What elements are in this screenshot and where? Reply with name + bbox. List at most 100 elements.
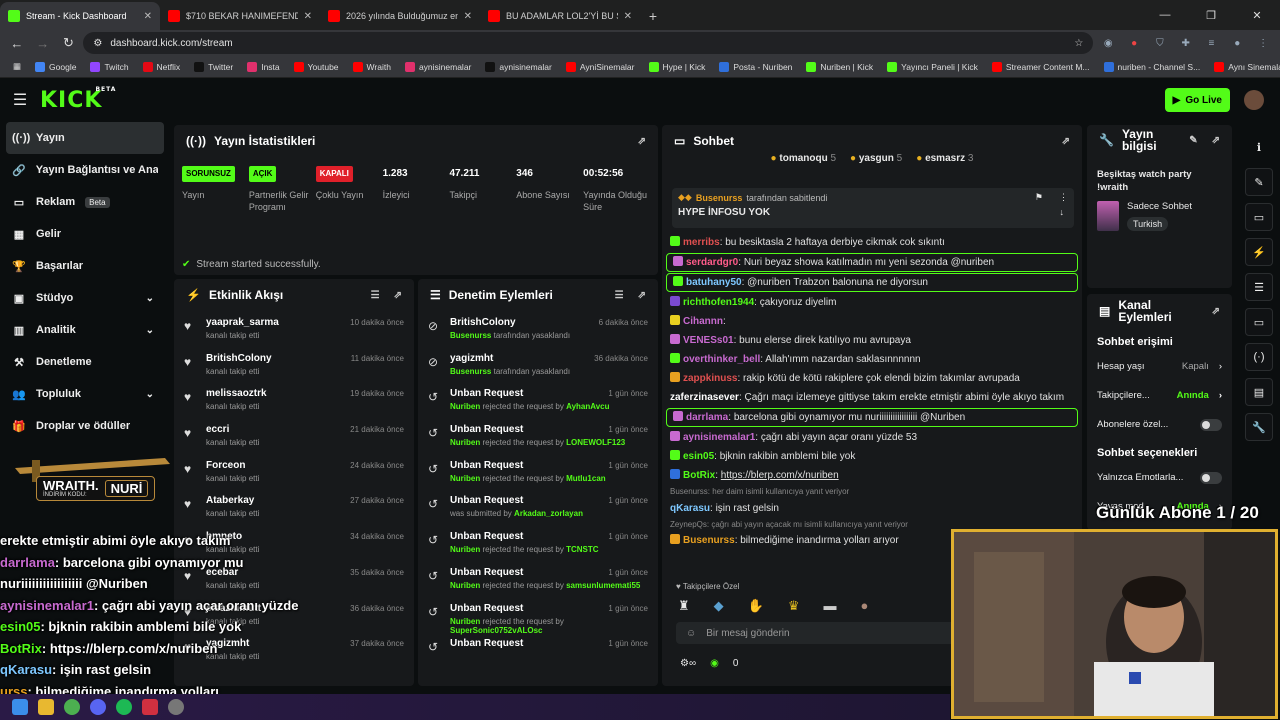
moderation-row[interactable]: ↺ Unban Request 1 gün önce bbox=[418, 632, 658, 668]
target-name[interactable]: AyhanAvcu bbox=[566, 402, 609, 411]
forward-icon[interactable]: → bbox=[32, 32, 54, 54]
chevron-down-icon[interactable]: ⌄ bbox=[146, 325, 154, 336]
actor-name[interactable]: Busenurss bbox=[450, 367, 491, 376]
moderation-row[interactable]: ↺ Unban Request Nuriben rejected the reque… bbox=[418, 454, 658, 490]
reload-icon[interactable]: ↻ bbox=[58, 32, 80, 54]
avatar[interactable] bbox=[1244, 90, 1264, 110]
chat-message[interactable]: qKarasu: işin rast gelsin bbox=[662, 499, 1082, 518]
emote-icon[interactable]: ▬ bbox=[824, 598, 837, 614]
sidebar-item[interactable]: ▦ Gelir bbox=[0, 218, 170, 250]
bookmark-item[interactable]: Netflix bbox=[136, 61, 188, 72]
bookmark-item[interactable]: AyniSinemalar bbox=[559, 61, 642, 72]
sidebar-item[interactable]: ((·)) Yayın bbox=[6, 122, 164, 154]
media-icon[interactable]: ≡ bbox=[1201, 34, 1223, 52]
chat-username[interactable]: VENESs01 bbox=[683, 335, 734, 346]
bookmark-item[interactable]: Streamer Content M... bbox=[985, 61, 1097, 72]
actor-name[interactable]: Busenurss bbox=[450, 331, 491, 340]
chat-message[interactable]: batuhany50: @nuriben Trabzon balonuna ne… bbox=[666, 273, 1078, 292]
chat-username[interactable]: merribs bbox=[683, 237, 720, 248]
hamburger-menu-icon[interactable]: ☰ bbox=[0, 90, 40, 110]
moderation-row[interactable]: ↺ Unban Request Nuriben rejected the reque… bbox=[418, 418, 658, 454]
chat-message[interactable]: esin05: bjknin rakibin amblemi bile yok bbox=[662, 447, 1082, 466]
chat-message[interactable]: zaferzinasever: Çağrı maçı izlemeye gitt… bbox=[662, 388, 1082, 407]
emote-icon[interactable]: ♜ bbox=[678, 598, 690, 614]
close-window-icon[interactable]: ✕ bbox=[1234, 0, 1280, 30]
browser-tab[interactable]: Stream - Kick Dashboard ✕ bbox=[0, 2, 160, 30]
chat-message[interactable]: zappkinuss: rakip kötü de kötü rakiplere… bbox=[662, 369, 1082, 388]
moderation-row[interactable]: ↺ Unban Request Nuriben rejected the reque… bbox=[418, 597, 658, 635]
moderation-row[interactable]: ↺ Unban Request Nuriben rejected the reque… bbox=[418, 525, 658, 561]
new-tab-icon[interactable]: + bbox=[640, 2, 666, 30]
discord-icon[interactable] bbox=[90, 699, 106, 715]
bookmark-item[interactable]: Youtube bbox=[287, 61, 346, 72]
list-icon[interactable]: ☰ bbox=[1245, 273, 1273, 301]
chat-message[interactable]: VENESs01: bunu elerse direk katılıyo mu … bbox=[662, 331, 1082, 350]
chat-username[interactable]: zappkinuss bbox=[683, 373, 737, 384]
puzzle-icon[interactable]: ✚ bbox=[1175, 34, 1197, 52]
close-tab-icon[interactable]: ✕ bbox=[624, 11, 632, 22]
popout-icon[interactable]: ⇗ bbox=[394, 290, 402, 301]
bookmark-item[interactable]: Nuriben | Kick bbox=[799, 61, 880, 72]
chat-username[interactable]: overthinker_bell bbox=[683, 354, 760, 365]
actor-name[interactable]: Nuriben bbox=[450, 438, 480, 447]
app-icon[interactable] bbox=[142, 699, 158, 715]
actor-name[interactable]: Nuriben bbox=[450, 617, 480, 626]
actor-name[interactable]: Nuriben bbox=[450, 545, 480, 554]
chevron-right-icon[interactable]: › bbox=[1219, 361, 1222, 372]
profile-icon[interactable]: ● bbox=[1226, 34, 1248, 52]
bookmark-item[interactable]: Twitch bbox=[83, 61, 135, 72]
settings-icon[interactable]: ⚙∞ bbox=[680, 658, 696, 669]
chat-username[interactable]: aynisinemalar1 bbox=[683, 432, 755, 443]
toggle-switch[interactable] bbox=[1200, 471, 1222, 484]
browser-tab[interactable]: $710 BEKAR HANIMEFENDİNİN✕ bbox=[160, 2, 320, 30]
browser-tab[interactable]: 2026 yılında Bulduğumuz en iyi✕ bbox=[320, 2, 480, 30]
emote-icon[interactable]: ✋ bbox=[748, 598, 764, 614]
sidebar-item[interactable]: 👥 Topluluk ⌄ bbox=[0, 378, 170, 410]
chat-username[interactable]: batuhany50 bbox=[686, 277, 742, 288]
extension-icon[interactable]: ◉ bbox=[1097, 34, 1119, 52]
target-name[interactable]: samsunlumemati55 bbox=[566, 581, 640, 590]
popout-icon[interactable]: ⇗ bbox=[1062, 136, 1070, 147]
chat-username[interactable]: zaferzinasever bbox=[670, 392, 739, 403]
sidebar-item[interactable]: ⚒ Denetleme bbox=[0, 346, 170, 378]
lightning-icon[interactable]: ⚡ bbox=[1245, 238, 1273, 266]
moderation-row[interactable]: ⊘ BritishColony Busenurss tarafından yasak… bbox=[418, 311, 658, 347]
sidebar-item[interactable]: 🏆 Başarılar bbox=[0, 250, 170, 282]
chat-message[interactable]: BotRix: https://blerp.com/x/nuriben bbox=[662, 466, 1082, 485]
activity-row[interactable]: ♥ Forceon kanalı takip etti 24 dakika önce bbox=[174, 454, 414, 490]
activity-row[interactable]: ♥ Ataberkay kanalı takip etti 27 dakika önc… bbox=[174, 489, 414, 525]
edit-icon[interactable]: ✎ bbox=[1245, 168, 1273, 196]
bookmark-item[interactable]: Google bbox=[28, 61, 83, 72]
sidebar-item[interactable]: 🎁 Droplar ve ödüller bbox=[0, 410, 170, 442]
extension-icon[interactable]: ⛉ bbox=[1149, 34, 1171, 52]
setting-row[interactable]: Hesap yaşı Kapalı › bbox=[1087, 352, 1232, 381]
site-info-icon[interactable]: ⚙ bbox=[93, 38, 102, 49]
chat-username[interactable]: BotRix bbox=[683, 470, 715, 481]
wallet-icon[interactable]: ▭ bbox=[1245, 203, 1273, 231]
back-icon[interactable]: ← bbox=[6, 32, 28, 54]
moderation-row[interactable]: ↺ Unban Request Nuriben rejected the reque… bbox=[418, 382, 658, 418]
bookmark-item[interactable]: aynisinemalar bbox=[398, 61, 478, 72]
bookmark-item[interactable]: Wraith bbox=[346, 61, 398, 72]
activity-row[interactable]: ♥ BritishColony kanalı takip etti 11 dakika… bbox=[174, 347, 414, 383]
extension-icon[interactable]: ● bbox=[1123, 34, 1145, 52]
address-bar[interactable]: ⚙ dashboard.kick.com/stream ☆ bbox=[83, 32, 1094, 54]
chat-message[interactable]: overthinker_bell: Allah'ımm nazardan sak… bbox=[662, 350, 1082, 369]
filter-icon[interactable]: ☰ bbox=[615, 290, 624, 301]
chat-username[interactable]: Cihannn bbox=[683, 316, 723, 327]
bookmark-item[interactable]: Aynı Sinemalar - Ça... bbox=[1207, 61, 1280, 72]
bookmark-item[interactable]: aynisinemalar bbox=[478, 61, 558, 72]
emote-icon[interactable]: ● bbox=[861, 598, 869, 614]
setting-row[interactable]: Yalnızca Emotlarla... bbox=[1087, 463, 1232, 492]
collapse-icon[interactable]: ↓ bbox=[1060, 207, 1065, 218]
chat-message[interactable]: Cihannn: bbox=[662, 312, 1082, 331]
sidebar-item[interactable]: ▭ Reklam Beta bbox=[0, 186, 170, 218]
chat-message[interactable]: aynisinemalar1: çağrı abi yayın açar ora… bbox=[662, 428, 1082, 447]
target-name[interactable]: Mutlu1can bbox=[566, 474, 606, 483]
filter-icon[interactable]: ☰ bbox=[371, 290, 380, 301]
moderation-row[interactable]: ↺ Unban Request was submitted by Arkadan_z… bbox=[418, 489, 658, 525]
chat-username[interactable]: qKarasu bbox=[670, 503, 710, 514]
edit-icon[interactable]: ✎ bbox=[1189, 135, 1197, 146]
chat-message[interactable]: richthofen1944: çakıyoruz diyelim bbox=[662, 293, 1082, 312]
sidebar-item[interactable]: ▣ Stüdyo ⌄ bbox=[0, 282, 170, 314]
